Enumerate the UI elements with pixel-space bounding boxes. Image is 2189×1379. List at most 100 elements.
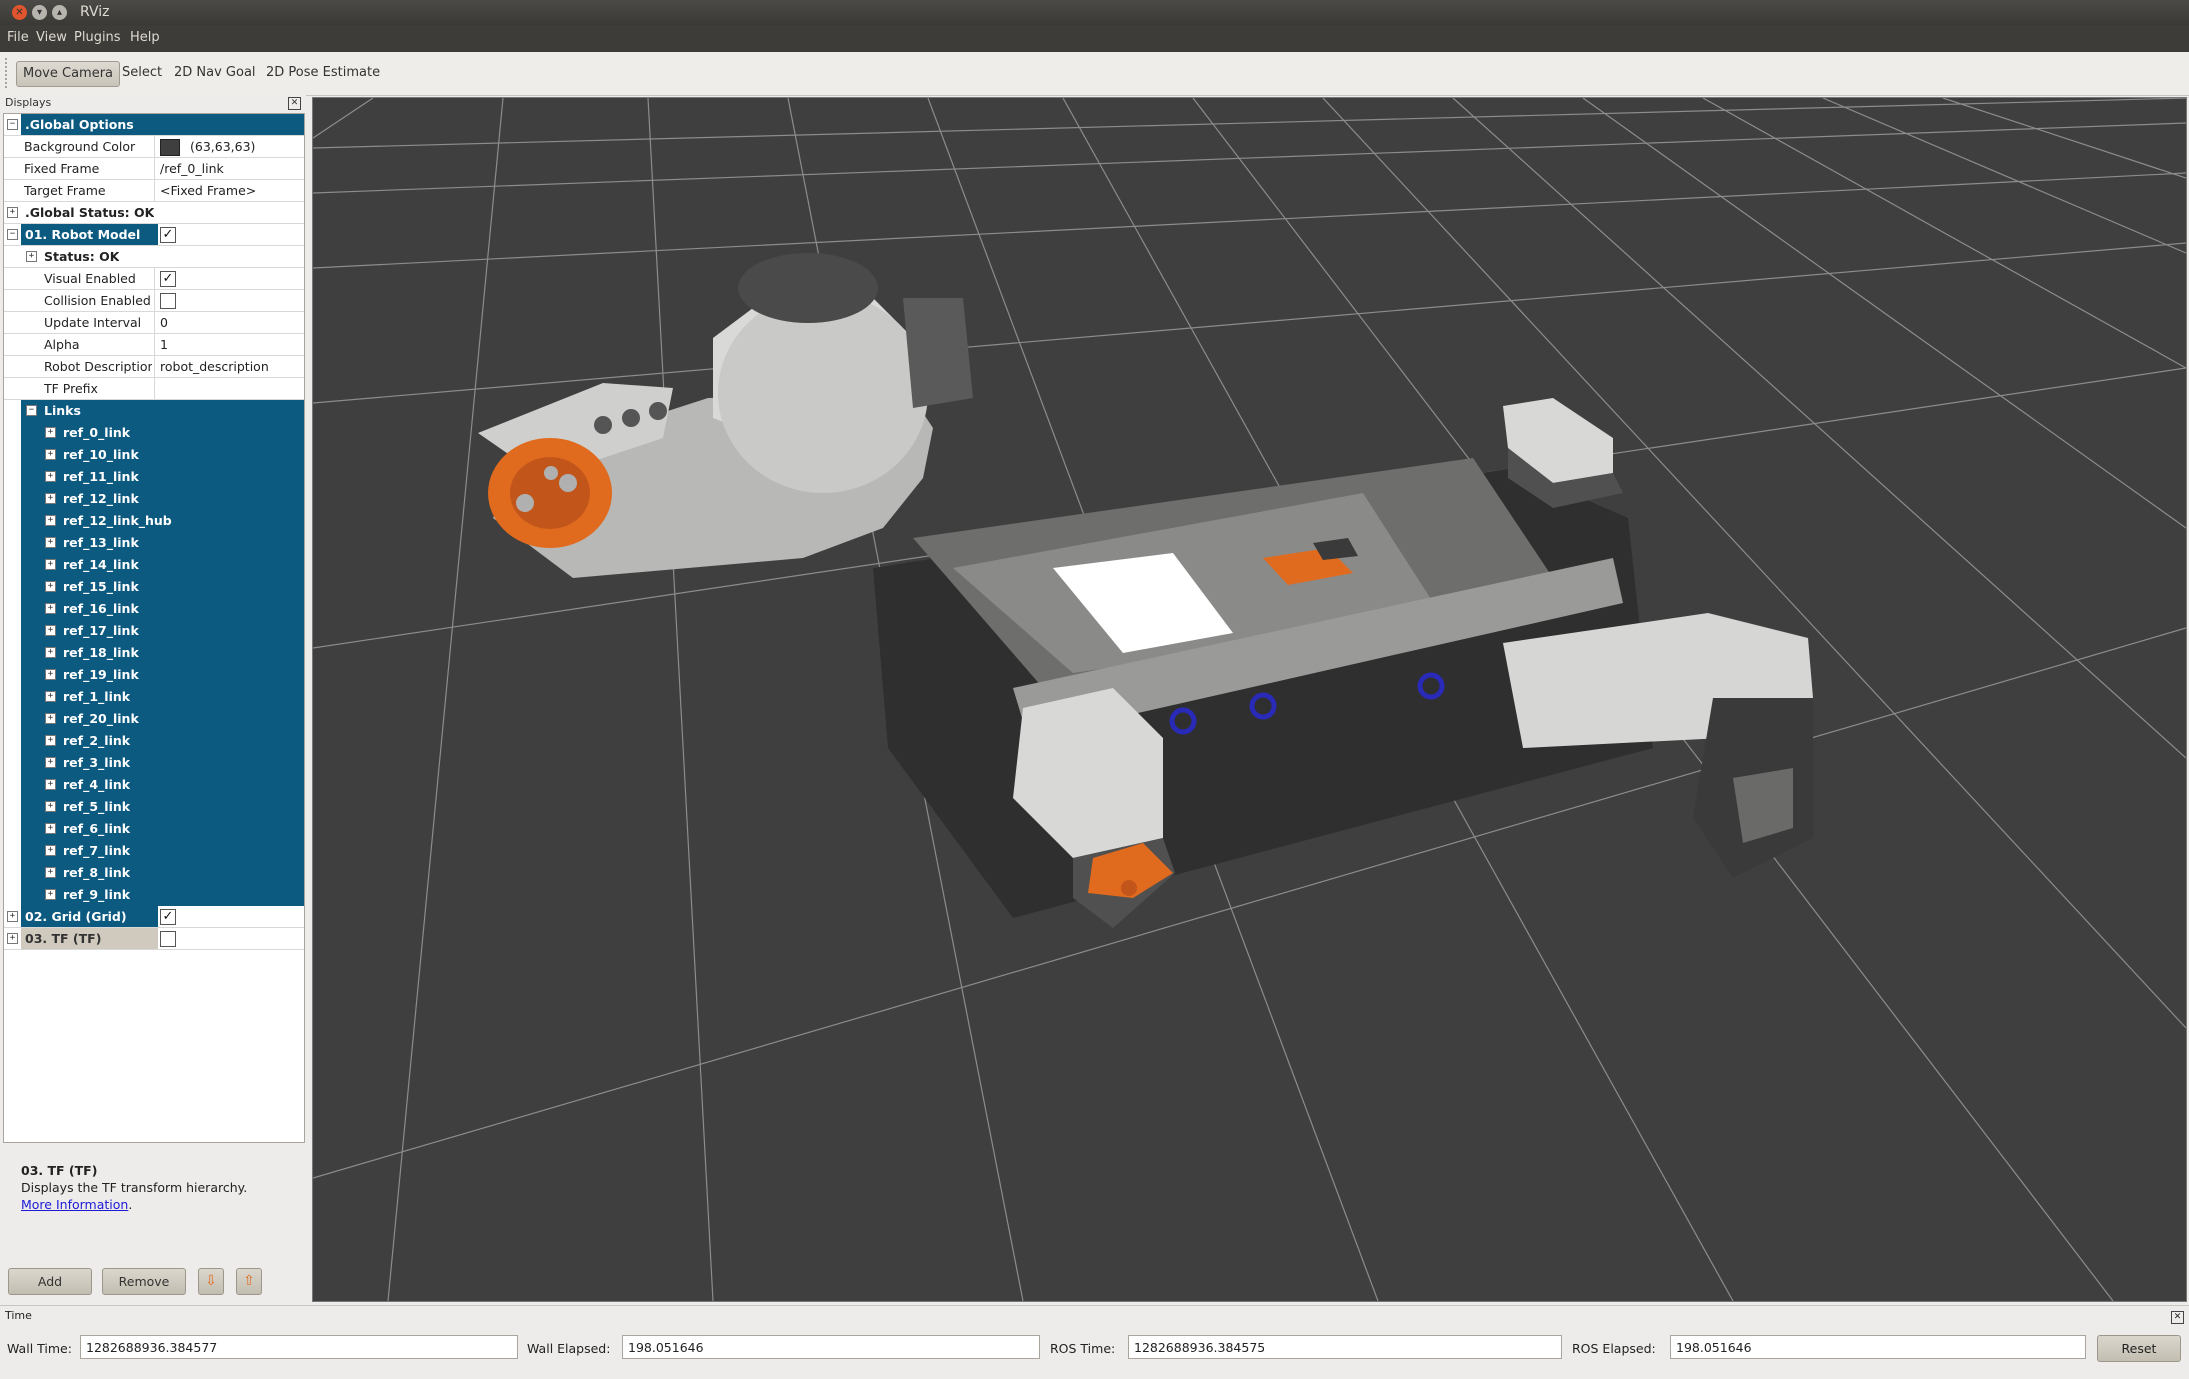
property-value[interactable]: [154, 378, 304, 399]
link-row[interactable]: + ref_3_link: [4, 752, 304, 774]
wall-time-field[interactable]: 1282688936.384577: [80, 1335, 518, 1359]
reset-button[interactable]: Reset: [2097, 1335, 2181, 1362]
expand-icon[interactable]: +: [45, 559, 56, 570]
link-row[interactable]: + ref_4_link: [4, 774, 304, 796]
close-panel-icon[interactable]: ✕: [288, 97, 301, 110]
expand-icon[interactable]: +: [45, 625, 56, 636]
expand-icon[interactable]: +: [45, 515, 56, 526]
link-row[interactable]: + ref_11_link: [4, 466, 304, 488]
property-value[interactable]: <Fixed Frame>: [154, 180, 304, 201]
expand-icon[interactable]: +: [45, 603, 56, 614]
link-row[interactable]: + ref_17_link: [4, 620, 304, 642]
expand-icon[interactable]: +: [45, 779, 56, 790]
expand-icon[interactable]: +: [45, 449, 56, 460]
link-row[interactable]: + ref_13_link: [4, 532, 304, 554]
link-row[interactable]: + ref_6_link: [4, 818, 304, 840]
expand-icon[interactable]: +: [26, 251, 37, 262]
expand-icon[interactable]: +: [45, 867, 56, 878]
property-collision-enabled[interactable]: Collision Enabled: [4, 290, 304, 312]
property-value[interactable]: robot_description: [154, 356, 304, 377]
expand-icon[interactable]: +: [7, 933, 18, 944]
link-row[interactable]: + ref_20_link: [4, 708, 304, 730]
link-row[interactable]: + ref_1_link: [4, 686, 304, 708]
property-value[interactable]: (63,63,63): [154, 136, 304, 157]
property-update-interval[interactable]: Update Interval 0: [4, 312, 304, 334]
wall-elapsed-field[interactable]: 198.051646: [622, 1335, 1040, 1359]
link-row[interactable]: + ref_16_link: [4, 598, 304, 620]
expand-icon[interactable]: +: [7, 207, 18, 218]
link-row[interactable]: + ref_18_link: [4, 642, 304, 664]
link-row[interactable]: + ref_8_link: [4, 862, 304, 884]
tree-row-grid[interactable]: + 02. Grid (Grid) ✓: [4, 906, 304, 928]
property-fixed-frame[interactable]: Fixed Frame /ref_0_link: [4, 158, 304, 180]
property-visual-enabled[interactable]: Visual Enabled ✓: [4, 268, 304, 290]
menu-view[interactable]: View: [36, 30, 67, 45]
link-row[interactable]: + ref_15_link: [4, 576, 304, 598]
expand-icon[interactable]: +: [45, 823, 56, 834]
tree-row-robot-model[interactable]: − 01. Robot Model ✓: [4, 224, 304, 246]
property-tf-prefix[interactable]: TF Prefix: [4, 378, 304, 400]
expand-icon[interactable]: +: [45, 669, 56, 680]
render-viewport[interactable]: [312, 97, 2187, 1302]
expand-icon[interactable]: +: [45, 427, 56, 438]
grid-enabled-checkbox[interactable]: ✓: [160, 909, 176, 925]
expand-icon[interactable]: +: [45, 757, 56, 768]
expand-icon[interactable]: +: [7, 911, 18, 922]
property-value[interactable]: 1: [154, 334, 304, 355]
displays-tree[interactable]: − .Global Options Background Color (63,6…: [3, 113, 305, 1143]
tree-row-links[interactable]: − Links: [4, 400, 304, 422]
visual-enabled-checkbox[interactable]: ✓: [160, 271, 176, 287]
link-row[interactable]: + ref_2_link: [4, 730, 304, 752]
property-alpha[interactable]: Alpha 1: [4, 334, 304, 356]
more-information-link[interactable]: More Information: [21, 1197, 128, 1212]
collapse-icon[interactable]: −: [7, 119, 18, 130]
link-row[interactable]: + ref_9_link: [4, 884, 304, 906]
expand-icon[interactable]: +: [45, 493, 56, 504]
collision-enabled-checkbox[interactable]: [160, 293, 176, 309]
expand-icon[interactable]: +: [45, 889, 56, 900]
link-row[interactable]: + ref_5_link: [4, 796, 304, 818]
tree-row-global-options[interactable]: − .Global Options: [4, 114, 304, 136]
menu-plugins[interactable]: Plugins: [74, 30, 121, 45]
tf-enabled-checkbox[interactable]: [160, 931, 176, 947]
minimize-window-button[interactable]: ▾: [32, 5, 47, 20]
move-down-icon[interactable]: ⇩: [198, 1268, 224, 1295]
collapse-icon[interactable]: −: [26, 405, 37, 416]
tool-select[interactable]: Select: [116, 61, 168, 85]
remove-display-button[interactable]: Remove: [102, 1268, 186, 1295]
move-up-icon[interactable]: ⇧: [236, 1268, 262, 1295]
tree-row-robot-status[interactable]: + Status: OK: [4, 246, 304, 268]
ros-time-field[interactable]: 1282688936.384575: [1128, 1335, 1562, 1359]
expand-icon[interactable]: +: [45, 471, 56, 482]
tool-2d-nav-goal[interactable]: 2D Nav Goal: [168, 61, 262, 85]
expand-icon[interactable]: +: [45, 713, 56, 724]
collapse-icon[interactable]: −: [7, 229, 18, 240]
property-target-frame[interactable]: Target Frame <Fixed Frame>: [4, 180, 304, 202]
expand-icon[interactable]: +: [45, 537, 56, 548]
expand-icon[interactable]: +: [45, 581, 56, 592]
menu-help[interactable]: Help: [130, 30, 160, 45]
property-value[interactable]: 0: [154, 312, 304, 333]
link-row[interactable]: + ref_14_link: [4, 554, 304, 576]
toolbar-grip-handle[interactable]: [5, 58, 11, 88]
expand-icon[interactable]: +: [45, 647, 56, 658]
expand-icon[interactable]: +: [45, 845, 56, 856]
tree-row-tf[interactable]: + 03. TF (TF): [4, 928, 304, 950]
robot-model-enabled-checkbox[interactable]: ✓: [160, 227, 176, 243]
menu-file[interactable]: File: [7, 30, 29, 45]
link-row[interactable]: + ref_19_link: [4, 664, 304, 686]
tool-move-camera[interactable]: Move Camera: [16, 61, 121, 87]
maximize-window-button[interactable]: ▴: [52, 5, 67, 20]
link-row[interactable]: + ref_12_link_hub: [4, 510, 304, 532]
ros-elapsed-field[interactable]: 198.051646: [1670, 1335, 2086, 1359]
link-row[interactable]: + ref_0_link: [4, 422, 304, 444]
add-display-button[interactable]: Add: [8, 1268, 92, 1295]
link-row[interactable]: + ref_10_link: [4, 444, 304, 466]
close-panel-icon[interactable]: ✕: [2171, 1311, 2184, 1324]
tool-2d-pose-estimate[interactable]: 2D Pose Estimate: [260, 61, 386, 85]
property-robot-description[interactable]: Robot Description robot_description: [4, 356, 304, 378]
link-row[interactable]: + ref_7_link: [4, 840, 304, 862]
tree-row-global-status[interactable]: + .Global Status: OK: [4, 202, 304, 224]
close-window-button[interactable]: ✕: [12, 5, 27, 20]
expand-icon[interactable]: +: [45, 735, 56, 746]
